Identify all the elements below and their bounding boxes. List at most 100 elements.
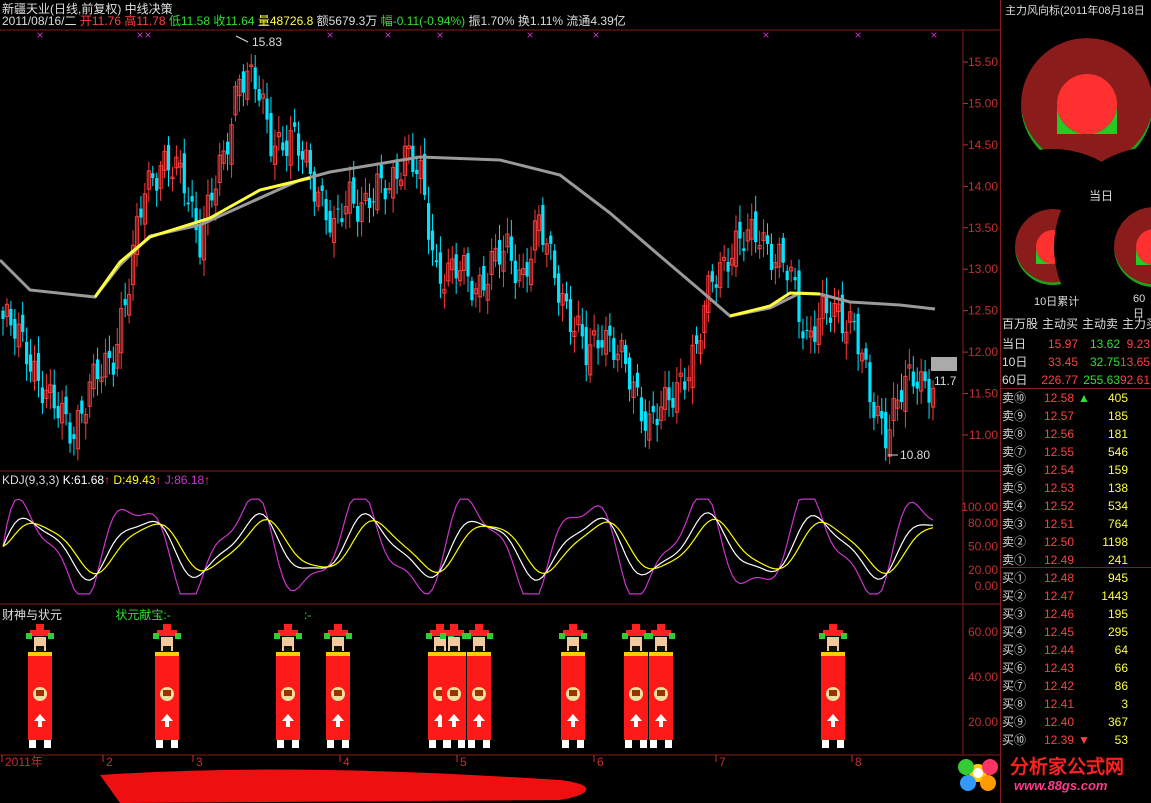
last-price-box bbox=[931, 357, 957, 371]
date-axis-label: 2011年 bbox=[5, 755, 43, 769]
date-axis-label: 4 bbox=[343, 755, 350, 769]
candle-body bbox=[9, 308, 13, 326]
flow-row: 当日 15.97 13.62 9.23 bbox=[1002, 335, 1150, 352]
hat-brim bbox=[157, 630, 177, 636]
buy-price: 12.47 bbox=[1043, 589, 1074, 603]
buy-price: 12.42 bbox=[1043, 679, 1074, 693]
candle-body bbox=[300, 151, 305, 160]
god-of-wealth-figure bbox=[26, 624, 54, 748]
money-sign bbox=[334, 690, 342, 696]
beard bbox=[436, 646, 444, 653]
price-axis-label: 11.50 bbox=[969, 387, 998, 401]
candle-body bbox=[68, 422, 72, 444]
hat-wing-right bbox=[669, 633, 675, 639]
flow-header-row: 百万股主动买主动卖主力买 bbox=[1002, 315, 1151, 332]
buy-price: 12.48 bbox=[1043, 571, 1074, 585]
candle-body bbox=[564, 293, 569, 302]
flow-sell: 32.75 bbox=[1089, 355, 1120, 369]
candle-body bbox=[72, 434, 76, 440]
candle-body bbox=[379, 164, 383, 179]
sell-row: 卖⑧ 12.56 181 bbox=[1002, 425, 1128, 442]
candle-body bbox=[257, 89, 261, 101]
candle-body bbox=[655, 418, 659, 426]
candle-body bbox=[40, 387, 45, 404]
candle-body bbox=[864, 348, 868, 360]
beard bbox=[450, 646, 458, 653]
god-of-wealth-figure bbox=[465, 624, 493, 748]
cs-axis-label: 20.00 bbox=[968, 715, 998, 729]
buy-price: 12.44 bbox=[1043, 643, 1074, 657]
buy-volume: 64 bbox=[1114, 643, 1128, 657]
date-axis-label: 3 bbox=[196, 755, 203, 769]
candle-body bbox=[600, 340, 604, 348]
buy-level-label: 买⑧ bbox=[1002, 697, 1027, 711]
candle-body bbox=[880, 410, 884, 419]
candle-body bbox=[549, 235, 553, 244]
candle-body bbox=[367, 197, 372, 208]
candle-body bbox=[793, 277, 797, 281]
candle-body bbox=[683, 381, 687, 390]
kdj-d-value: D:49.43 bbox=[113, 473, 156, 487]
high-mark-arrow bbox=[235, 35, 249, 43]
hat-wing-left bbox=[26, 633, 32, 639]
marker-x-icon: × bbox=[36, 28, 43, 42]
capital-flow-pies bbox=[1001, 0, 1151, 310]
candle-body bbox=[371, 201, 376, 203]
buy-level-label: 买⑤ bbox=[1002, 643, 1027, 657]
kdj-axis-label: 100.00 bbox=[961, 500, 998, 514]
hat-wing-right bbox=[581, 633, 587, 639]
beard bbox=[632, 646, 640, 653]
candle-body bbox=[923, 371, 927, 382]
buy-mark: ▼ bbox=[1078, 733, 1090, 747]
candle-body bbox=[13, 318, 17, 339]
money-sign bbox=[829, 690, 837, 696]
candle-body bbox=[269, 113, 273, 157]
candle-body bbox=[497, 240, 502, 265]
beard bbox=[334, 646, 342, 653]
hat-top bbox=[284, 624, 292, 630]
candle-body bbox=[651, 405, 655, 413]
boot-right bbox=[342, 740, 349, 748]
flow-sell: 255.63 bbox=[1083, 373, 1120, 387]
candle-body bbox=[293, 122, 297, 127]
hat-top bbox=[334, 624, 342, 630]
candle-body bbox=[714, 284, 718, 288]
candle-body bbox=[198, 225, 202, 258]
sell-mark: ▲ bbox=[1078, 391, 1090, 405]
sell-row: 卖⑦ 12.55 546 bbox=[1002, 443, 1128, 460]
hat-top bbox=[657, 624, 665, 630]
hat-wing-left bbox=[647, 633, 653, 639]
candle-body bbox=[553, 250, 557, 279]
sell-row: 卖⑤ 12.53 138 bbox=[1002, 479, 1128, 496]
sell-level-label: 卖② bbox=[1002, 535, 1027, 549]
chart-area[interactable]: 新疆天业(日线,前复权) 中线决策 2011/08/16/二 开11.76 高1… bbox=[0, 0, 1000, 803]
candle-body bbox=[769, 243, 774, 271]
hat-top bbox=[632, 624, 640, 630]
marker-x-icon: × bbox=[526, 28, 533, 42]
candle-body bbox=[95, 359, 100, 380]
boot-right bbox=[640, 740, 647, 748]
candle-body bbox=[726, 261, 730, 272]
buy-level-label: 买② bbox=[1002, 589, 1027, 603]
candle-body bbox=[320, 185, 324, 191]
candle-body bbox=[694, 335, 699, 345]
candle-body bbox=[285, 140, 289, 156]
hat-wing-right bbox=[175, 633, 181, 639]
ma-line-yellow bbox=[729, 291, 821, 318]
right-panel-title: 主力风向标(2011年08月18日 bbox=[1005, 5, 1145, 17]
kline-chart[interactable]: 15.50 15.00 14.50 14.00 13.50 13.00 12.50 12.00… bbox=[0, 0, 1000, 803]
sell-price: 12.51 bbox=[1043, 517, 1074, 531]
money-sign bbox=[632, 690, 640, 696]
buy-volume: 367 bbox=[1107, 715, 1128, 729]
candle-body bbox=[541, 204, 545, 245]
sell-price: 12.52 bbox=[1043, 499, 1074, 513]
collar bbox=[821, 652, 845, 656]
candle-body bbox=[80, 400, 84, 414]
candle-body bbox=[710, 271, 714, 282]
cs-sub2-label: :- bbox=[304, 608, 312, 622]
buy-volume: 53 bbox=[1114, 733, 1128, 747]
sell-price: 12.49 bbox=[1043, 553, 1074, 567]
kdj-j-line bbox=[2, 498, 934, 595]
buy-volume: 66 bbox=[1114, 661, 1128, 675]
marker-x-icon: × bbox=[144, 28, 151, 42]
